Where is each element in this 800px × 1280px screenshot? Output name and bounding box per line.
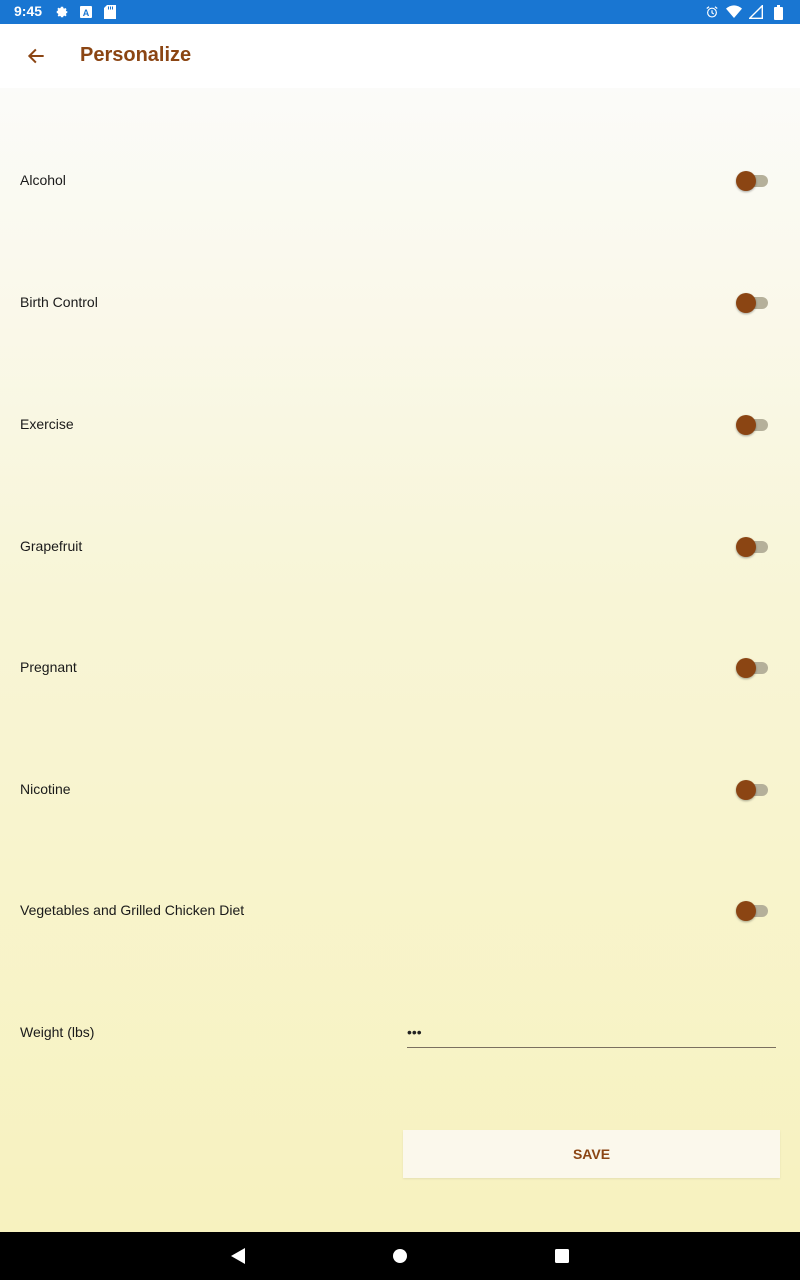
setting-label-exercise: Exercise [20,416,74,432]
page-title: Personalize [80,44,192,66]
back-triangle-icon [231,1248,245,1264]
setting-row-alcohol: Alcohol [0,157,800,205]
switch-thumb [736,415,756,435]
status-right-icons [704,4,786,20]
nav-recents-button[interactable] [550,1244,574,1268]
sd-card-icon [102,4,118,20]
status-left-icons: A [54,4,118,20]
a-badge-icon: A [78,4,94,20]
settings-icon [54,4,70,20]
nav-home-button[interactable] [388,1244,412,1268]
back-button[interactable] [18,38,54,74]
alarm-icon [704,4,720,20]
status-bar: 9:45 A [0,0,800,24]
weight-label: Weight (lbs) [20,1024,95,1040]
setting-row-birth-control: Birth Control [0,279,800,327]
home-circle-icon [393,1249,407,1263]
setting-label-birth-control: Birth Control [20,294,98,310]
setting-label-grapefruit: Grapefruit [20,538,83,554]
exercise-switch[interactable] [736,413,770,437]
save-button[interactable]: SAVE [403,1130,780,1178]
setting-row-grapefruit: Grapefruit [0,523,800,571]
nav-back-button[interactable] [226,1244,250,1268]
status-time: 9:45 [14,3,43,19]
setting-label-pregnant: Pregnant [20,659,77,675]
recents-square-icon [555,1249,569,1263]
setting-label-diet: Vegetables and Grilled Chicken Diet [20,902,245,918]
svg-text:A: A [83,8,90,18]
battery-icon [770,4,786,20]
setting-row-pregnant: Pregnant [0,644,800,692]
navigation-bar [0,1232,800,1280]
grapefruit-switch[interactable] [736,535,770,559]
switch-thumb [736,171,756,191]
birth-control-switch[interactable] [736,291,770,315]
app-bar: Personalize [0,24,800,88]
switch-thumb [736,901,756,921]
setting-row-exercise: Exercise [0,401,800,449]
diet-switch[interactable] [736,899,770,923]
weight-input[interactable] [407,1020,776,1048]
pregnant-switch[interactable] [736,656,770,680]
setting-label-alcohol: Alcohol [20,172,66,188]
arrow-back-icon [27,48,44,64]
setting-row-nicotine: Nicotine [0,766,800,814]
setting-label-nicotine: Nicotine [20,781,71,797]
alcohol-switch[interactable] [736,169,770,193]
switch-thumb [736,293,756,313]
switch-thumb [736,537,756,557]
switch-thumb [736,780,756,800]
wifi-icon [726,4,742,20]
nicotine-switch[interactable] [736,778,770,802]
setting-row-diet: Vegetables and Grilled Chicken Diet [0,887,800,935]
switch-thumb [736,658,756,678]
signal-icon [748,4,764,20]
